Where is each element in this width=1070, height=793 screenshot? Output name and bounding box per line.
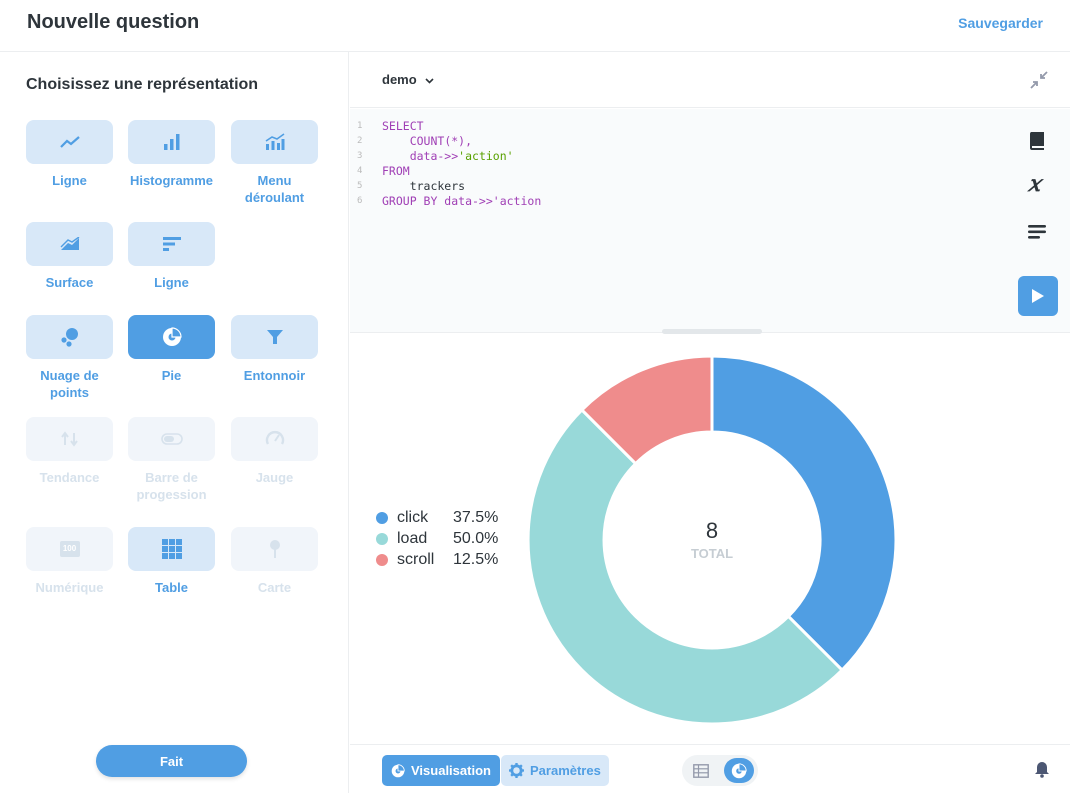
main-panel: demo 1 SELECT 2 COUNT(*), 3 data->>'action'… — [350, 52, 1070, 793]
code-text: data->>'action' — [382, 149, 514, 163]
number-icon: 100 — [59, 541, 80, 557]
snippets-button[interactable] — [1028, 225, 1046, 244]
database-selector[interactable]: demo — [382, 72, 434, 87]
viz-option-funnel[interactable]: Entonnoir — [231, 315, 318, 384]
map-pin-icon — [269, 540, 280, 558]
gauge-icon — [265, 431, 284, 445]
sidebar-title: Choisissez une représentation — [26, 76, 259, 93]
visualization-button[interactable]: Visualisation — [382, 755, 500, 786]
bell-icon — [1035, 762, 1049, 778]
code-text: trackers — [382, 179, 466, 193]
line-number: 1 — [357, 121, 363, 131]
chart-area: click 37.5% load 50.0% scroll 12.5% 8 TOTAL — [350, 334, 1070, 744]
code-text: FROM — [382, 164, 410, 178]
footer-bar: Visualisation Paramètres — [350, 744, 1070, 793]
viz-option-map[interactable]: Carte — [231, 527, 318, 596]
run-query-button[interactable] — [1018, 276, 1058, 316]
viz-option-row[interactable]: Ligne — [128, 222, 215, 291]
table-view-toggle[interactable] — [686, 758, 716, 783]
visualization-label: Visualisation — [411, 763, 491, 778]
table-icon — [693, 763, 709, 778]
pie-icon — [391, 763, 405, 777]
database-name: demo — [382, 72, 417, 87]
viz-option-pie[interactable]: Pie — [128, 315, 215, 384]
sql-editor[interactable]: 1 SELECT 2 COUNT(*), 3 data->>'action' 4 FROM… — [350, 109, 1070, 333]
play-icon — [1032, 289, 1044, 303]
visualization-sidebar: Choisissez une représentation Ligne Hist… — [0, 52, 349, 793]
line-number: 2 — [357, 136, 363, 146]
settings-label: Paramètres — [530, 763, 601, 778]
total-value: 8 — [705, 518, 719, 543]
gear-icon — [509, 763, 524, 778]
viz-option-area[interactable]: Surface — [26, 222, 113, 291]
viz-option-combo[interactable]: Menu déroulant — [231, 120, 318, 206]
table-icon — [161, 539, 182, 559]
done-button[interactable]: Fait — [96, 745, 247, 777]
line-number: 3 — [357, 151, 363, 161]
trend-icon — [60, 431, 78, 447]
data-reference-button[interactable] — [1028, 131, 1046, 156]
bar-chart-icon — [163, 134, 179, 150]
viz-option-line[interactable]: Ligne — [26, 120, 113, 189]
view-toggle — [682, 755, 758, 786]
chevron-down-icon — [425, 77, 434, 84]
book-icon — [1029, 132, 1044, 150]
settings-button[interactable]: Paramètres — [501, 755, 609, 786]
snippet-icon — [1028, 225, 1046, 239]
viz-option-bar[interactable]: Histogramme — [128, 120, 215, 189]
combo-chart-icon — [265, 133, 284, 150]
row-chart-icon — [162, 237, 181, 251]
save-button[interactable]: Sauvegarder — [958, 15, 1043, 31]
code-text: SELECT — [382, 119, 424, 133]
viz-option-scatter[interactable]: Nuage de points — [26, 315, 113, 401]
area-chart-icon — [60, 237, 79, 250]
code-text: COUNT(*), — [382, 134, 473, 148]
line-chart-icon — [59, 136, 80, 148]
viz-option-trend[interactable]: Tendance — [26, 417, 113, 486]
alert-button[interactable] — [1034, 761, 1050, 783]
line-number: 4 — [357, 166, 363, 176]
variable-icon: 𝑥 — [1028, 171, 1041, 197]
chart-view-toggle[interactable] — [724, 758, 754, 783]
line-number: 6 — [357, 196, 363, 206]
pie-icon — [731, 762, 747, 778]
total-label: TOTAL — [690, 546, 734, 561]
line-number: 5 — [357, 181, 363, 191]
code-text: GROUP BY data->>'action — [382, 194, 542, 208]
scatter-icon — [60, 328, 78, 347]
viz-option-number[interactable]: 100 Numérique — [26, 527, 113, 596]
viz-option-progress[interactable]: Barre de progession — [128, 417, 215, 503]
viz-option-table[interactable]: Table — [128, 527, 215, 596]
page-title: Nouvelle question — [27, 11, 200, 33]
progress-icon — [160, 433, 183, 445]
variables-button[interactable]: 𝑥 — [1028, 171, 1041, 197]
pie-slice-click[interactable] — [710, 354, 898, 673]
collapse-icon — [1030, 71, 1048, 89]
top-bar: Nouvelle question Sauvegarder — [0, 0, 1070, 52]
funnel-icon — [266, 330, 283, 344]
database-bar: demo — [350, 52, 1070, 108]
pie-icon — [162, 327, 182, 346]
viz-option-gauge[interactable]: Jauge — [231, 417, 318, 486]
collapse-editor-button[interactable] — [1030, 71, 1048, 94]
